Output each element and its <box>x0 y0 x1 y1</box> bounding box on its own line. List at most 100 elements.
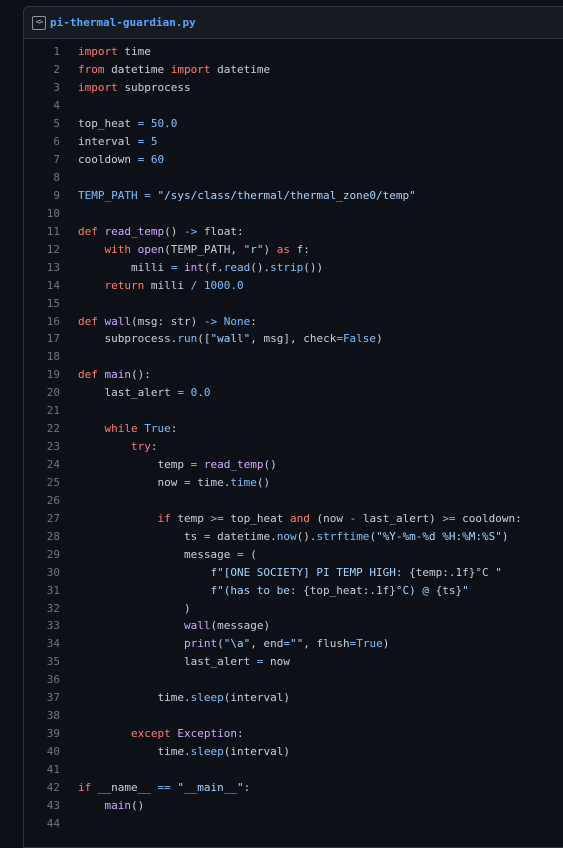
code-token: except <box>130 727 171 741</box>
code-token: import <box>78 81 118 95</box>
line-number: 42 <box>46 780 60 794</box>
code-line: 11 def read_temp() -> float: <box>24 222 563 240</box>
line-source: def read_temp() -> float: <box>60 225 244 238</box>
code-line: 15 <box>24 294 563 312</box>
line-number: 11 <box>46 224 60 238</box>
code-token: subprocess <box>117 81 191 95</box>
code-line: 17 subprocess.run(["wall", msg], check=F… <box>24 330 563 348</box>
code-line: 23 try: <box>24 438 563 456</box>
line-number: 26 <box>46 493 60 507</box>
code-body: 1 import time 2 from datetime import dateti… <box>24 39 563 832</box>
code-file-icon: <> <box>32 15 46 30</box>
code-token: run <box>177 332 198 346</box>
code-token: float: <box>197 224 244 238</box>
code-token: (). <box>250 260 271 274</box>
line-number: 14 <box>46 278 60 292</box>
line-number: 30 <box>46 565 60 579</box>
code-token: >= <box>442 511 456 525</box>
code-token: , flush <box>303 637 350 651</box>
code-line: 42 if __name__ == "__main__": <box>24 778 563 796</box>
code-token: : <box>236 727 244 741</box>
code-line: 10 <box>24 204 563 222</box>
line-source: top_heat = 50.0 <box>60 117 177 130</box>
line-number: 12 <box>46 242 60 256</box>
line-number: 25 <box>46 475 60 489</box>
code-line: 37 time.sleep(interval) <box>24 689 563 707</box>
line-source: while True: <box>60 422 178 436</box>
code-token: ( <box>217 637 224 651</box>
code-token: time. <box>78 745 191 759</box>
line-number: 20 <box>46 386 60 400</box>
code-token: print <box>183 637 218 651</box>
code-token: time. <box>78 691 191 705</box>
code-token: from <box>78 63 105 77</box>
code-line: 20 last_alert = 0.0 <box>24 384 563 402</box>
line-number: 35 <box>46 655 60 669</box>
code-token: "r" <box>243 242 264 256</box>
code-token: = <box>177 386 184 400</box>
code-token: >= <box>210 511 224 525</box>
code-token: "" <box>289 637 304 651</box>
line-number: 41 <box>46 762 60 776</box>
code-token: top_heat <box>223 511 290 525</box>
code-token: subprocess. <box>78 332 178 346</box>
code-line: 26 <box>24 491 563 509</box>
code-line: 8 <box>24 169 563 187</box>
code-token: "wall" <box>210 332 251 346</box>
code-line: 7 cooldown = 60 <box>24 151 563 169</box>
line-number: 27 <box>46 511 60 525</box>
code-token: strftime <box>316 529 370 543</box>
line-number: 36 <box>46 673 60 687</box>
line-number: 16 <box>46 314 60 328</box>
code-token: (f. <box>203 260 224 274</box>
code-token: try <box>130 440 151 454</box>
code-token: 5 <box>150 135 158 149</box>
code-token: now <box>276 529 297 543</box>
code-token: {ts} <box>435 583 463 597</box>
code-line: 29 message = ( <box>24 545 563 563</box>
code-token: {top_heat:.1f} <box>303 583 396 597</box>
code-token: return <box>104 278 145 292</box>
line-number: 7 <box>53 153 60 167</box>
code-token: wall <box>183 619 211 633</box>
code-line: 41 <box>24 761 563 779</box>
line-source: milli = int(f.read().strip()) <box>60 261 323 274</box>
code-token: datetime <box>104 63 171 77</box>
code-line: 38 <box>24 707 563 725</box>
line-number: 43 <box>46 798 60 812</box>
line-number: 23 <box>46 440 60 454</box>
code-line: 31 f"(has to be: {top_heat:.1f}°C) @ {ts… <box>24 581 563 599</box>
line-source: now = time.time() <box>60 476 270 489</box>
file-name[interactable]: pi-thermal-guardian.py <box>50 16 196 29</box>
code-token: "\a" <box>223 637 251 651</box>
line-source: if __name__ == "__main__": <box>60 781 250 794</box>
line-source: wall(message) <box>60 619 270 632</box>
code-token: (). <box>296 529 317 543</box>
line-source: def main(): <box>60 368 151 381</box>
code-token: () <box>131 798 145 812</box>
line-source: except Exception: <box>60 727 244 740</box>
line-source: return milli / 1000.0 <box>60 279 244 292</box>
code-line: 21 <box>24 402 563 420</box>
line-number: 29 <box>46 547 60 561</box>
code-token: : <box>243 780 251 794</box>
code-line: 12 with open(TEMP_PATH, "r") as f: <box>24 240 563 258</box>
code-token: True <box>144 422 171 436</box>
code-token: read_temp <box>203 458 264 472</box>
code-token: __name__ <box>91 780 158 794</box>
code-token: top_heat <box>78 117 138 131</box>
code-token: last_alert) <box>356 511 443 525</box>
line-source: TEMP_PATH = "/sys/class/thermal/thermal_… <box>60 189 416 202</box>
code-token: TEMP_PATH <box>78 188 138 202</box>
code-token: 60 <box>150 153 165 167</box>
code-token: import <box>78 45 118 59</box>
code-token: def <box>78 368 98 382</box>
code-token: time <box>117 45 151 59</box>
line-number: 17 <box>46 332 60 346</box>
code-token: "__main__" <box>177 780 244 794</box>
